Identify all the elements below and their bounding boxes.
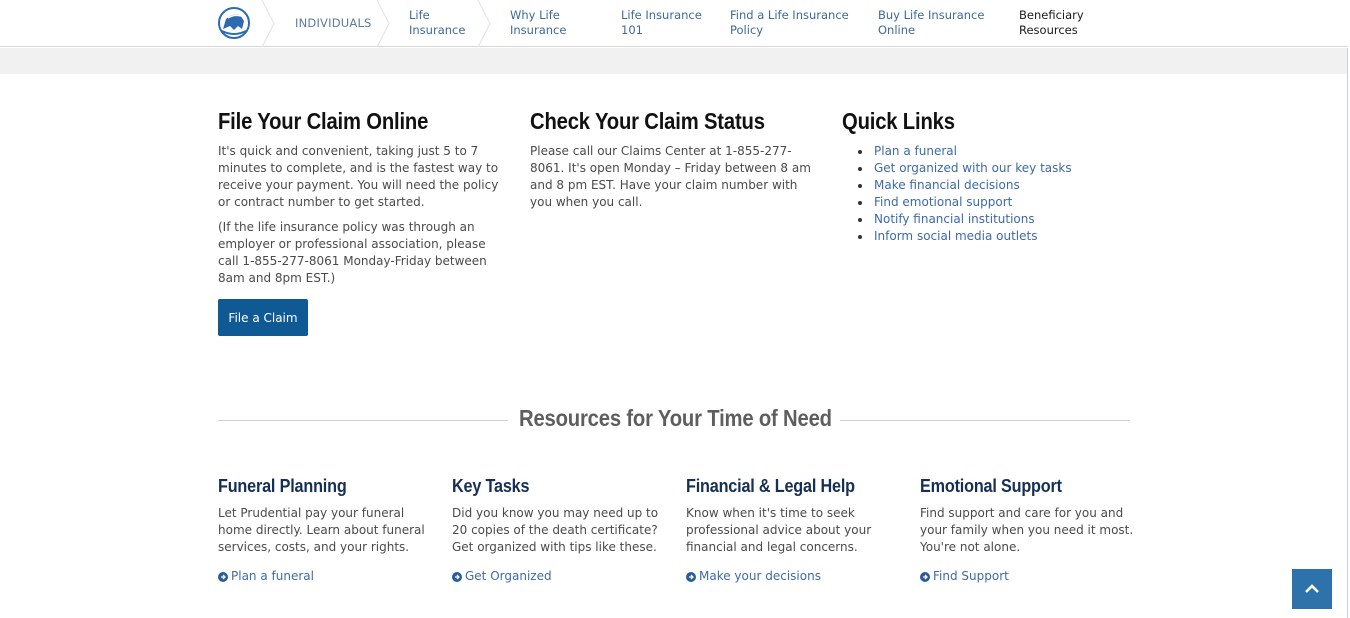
card-link-find-support[interactable]: Find Support xyxy=(920,568,1009,585)
file-a-claim-button[interactable]: File a Claim xyxy=(218,299,308,336)
quick-link-emotional-support[interactable]: Find emotional support xyxy=(874,195,1012,209)
nav-label-line: Insurance xyxy=(409,23,466,37)
card-heading-key-tasks: Key Tasks xyxy=(452,476,530,496)
list-item: Inform social media outlets xyxy=(858,228,1072,245)
nav-label-line: Resources xyxy=(1019,23,1078,37)
quick-link-plan-funeral[interactable]: Plan a funeral xyxy=(874,144,957,158)
card-heading-emotional-support: Emotional Support xyxy=(920,476,1062,496)
chevron-up-icon xyxy=(1305,584,1319,593)
nav-item-find-policy[interactable]: Find a Life Insurance Policy xyxy=(730,8,849,38)
quick-links-heading: Quick Links xyxy=(842,108,955,134)
list-item: Make financial decisions xyxy=(858,177,1072,194)
quick-link-financial-decisions[interactable]: Make financial decisions xyxy=(874,178,1020,192)
nav-label-line: 101 xyxy=(621,23,643,37)
card-heading-financial-legal: Financial & Legal Help xyxy=(686,476,855,496)
arrow-circle-right-icon xyxy=(452,571,462,582)
nav-label-line: Life Insurance xyxy=(621,8,702,22)
arrow-circle-right-icon xyxy=(920,571,930,582)
card-text-funeral-planning: Let Prudential pay your funeral home dir… xyxy=(218,506,425,554)
arrow-circle-right-icon xyxy=(218,571,228,582)
nav-label-line: Beneficiary xyxy=(1019,8,1084,22)
card-link-plan-funeral[interactable]: Plan a funeral xyxy=(218,568,314,585)
file-claim-description: It's quick and convenient, taking just 5… xyxy=(218,144,499,209)
breadcrumb-separator-icon xyxy=(477,0,491,47)
nav-item-life-insurance[interactable]: Life Insurance xyxy=(409,8,465,38)
divider-line-left xyxy=(218,420,508,421)
file-claim-heading: File Your Claim Online xyxy=(218,108,429,134)
card-text-financial-legal: Know when it's time to seek professional… xyxy=(686,506,872,554)
card-text-key-tasks: Did you know you may need up to 20 copie… xyxy=(452,506,659,554)
nav-item-buy-online[interactable]: Buy Life Insurance Online xyxy=(878,8,984,38)
nav-item-life-insurance-101[interactable]: Life Insurance 101 xyxy=(621,8,702,38)
arrow-circle-right-icon xyxy=(686,571,696,582)
nav-item-why-life-insurance[interactable]: Why Life Insurance xyxy=(510,8,566,38)
breadcrumb-separator-icon xyxy=(376,0,390,47)
divider-line-right xyxy=(840,420,1130,421)
employer-policy-note: (If the life insurance policy was throug… xyxy=(218,220,487,285)
back-to-top-button[interactable] xyxy=(1292,569,1332,609)
nav-label-line: Find a Life Insurance xyxy=(730,8,849,22)
nav-label-line: Online xyxy=(878,23,916,37)
quick-link-notify-institutions[interactable]: Notify financial institutions xyxy=(874,212,1035,226)
list-item: Plan a funeral xyxy=(858,143,1072,160)
prudential-logo-icon[interactable] xyxy=(218,7,250,39)
claim-status-heading: Check Your Claim Status xyxy=(530,108,765,134)
card-link-label: Get Organized xyxy=(465,569,552,583)
breadcrumb-separator-icon xyxy=(261,0,275,47)
card-heading-funeral-planning: Funeral Planning xyxy=(218,476,347,496)
list-item: Notify financial institutions xyxy=(858,211,1072,228)
resources-heading: Resources for Your Time of Need xyxy=(519,405,832,431)
quick-link-social-media[interactable]: Inform social media outlets xyxy=(874,229,1037,243)
nav-label-line: Insurance xyxy=(510,23,567,37)
quick-link-key-tasks[interactable]: Get organized with our key tasks xyxy=(874,161,1072,175)
nav-label-line: Why Life xyxy=(510,8,560,22)
list-item: Find emotional support xyxy=(858,194,1072,211)
claim-status-description: Please call our Claims Center at 1-855-2… xyxy=(530,144,811,209)
quick-links-list: Plan a funeral Get organized with our ke… xyxy=(858,143,1072,245)
nav-label-line: Buy Life Insurance xyxy=(878,8,985,22)
nav-item-beneficiary-resources[interactable]: Beneficiary Resources xyxy=(1019,8,1084,38)
nav-label-line: Life xyxy=(409,8,430,22)
card-link-make-decisions[interactable]: Make your decisions xyxy=(686,568,821,585)
card-link-label: Plan a funeral xyxy=(231,569,314,583)
list-item: Get organized with our key tasks xyxy=(858,160,1072,177)
top-navigation: INDIVIDUALS Life Insurance Why Life Insura… xyxy=(0,0,1348,47)
card-link-get-organized[interactable]: Get Organized xyxy=(452,568,552,585)
nav-item-individuals[interactable]: INDIVIDUALS xyxy=(295,16,372,31)
hero-band xyxy=(0,48,1348,74)
card-link-label: Find Support xyxy=(933,569,1009,583)
nav-label-line: Policy xyxy=(730,23,764,37)
card-link-label: Make your decisions xyxy=(699,569,821,583)
card-text-emotional-support: Find support and care for you and your f… xyxy=(920,506,1134,554)
